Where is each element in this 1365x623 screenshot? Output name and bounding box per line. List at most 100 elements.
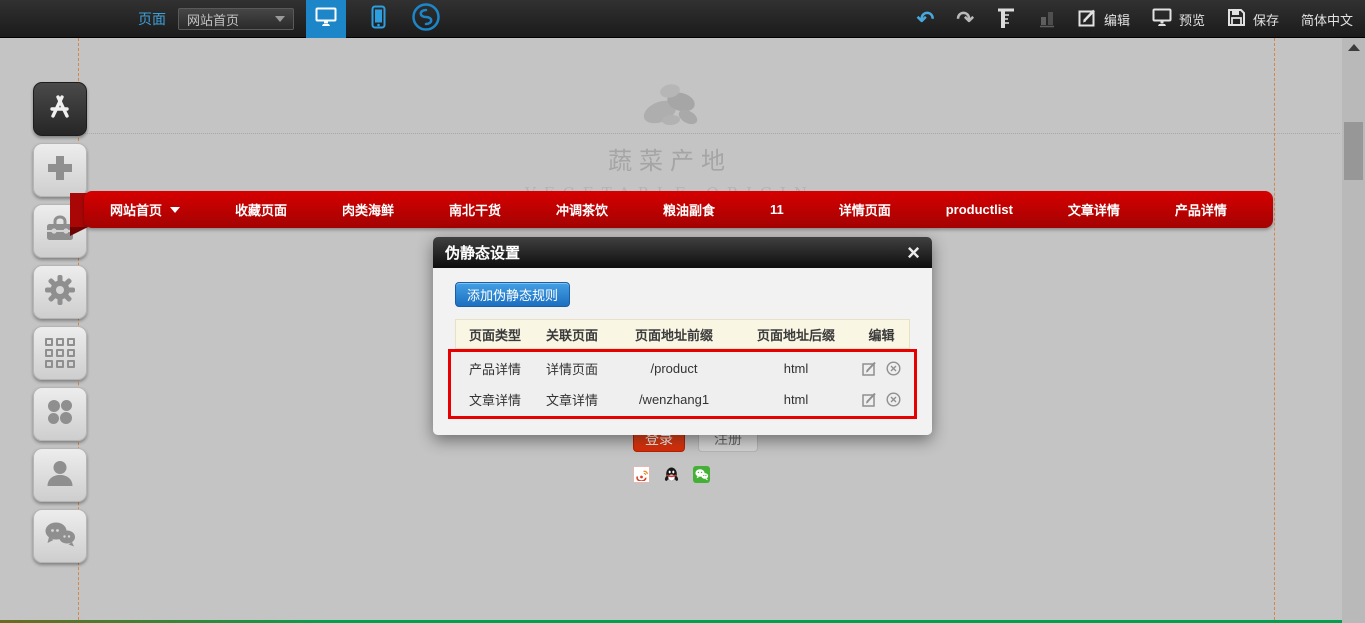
- qq-icon[interactable]: [663, 466, 680, 483]
- chevron-down-icon: [170, 207, 180, 213]
- sidebar-item-settings[interactable]: [33, 265, 87, 319]
- top-toolbar: 页面 网站首页 ↶ ↷: [0, 0, 1365, 38]
- columns-icon: [1038, 8, 1056, 31]
- desktop-view-button[interactable]: [306, 0, 346, 38]
- nav-item-label: 11: [770, 202, 784, 217]
- weibo-icon[interactable]: [633, 466, 650, 483]
- cell-url-suffix: html: [738, 392, 854, 407]
- cell-linked-page: 详情页面: [534, 359, 610, 378]
- page-selector[interactable]: 网站首页: [178, 8, 294, 30]
- nav-item-dry-goods[interactable]: 南北干货: [449, 200, 501, 219]
- toolbar-right-group: ↶ ↷ 编辑 预览: [917, 0, 1353, 38]
- editor-sidebar: [33, 82, 87, 563]
- nav-item-product-detail[interactable]: 产品详情: [1175, 200, 1227, 219]
- nav-item-favorites[interactable]: 收藏页面: [235, 200, 287, 219]
- scrollbar-thumb[interactable]: [1344, 122, 1363, 180]
- sidebar-item-components[interactable]: [33, 387, 87, 441]
- scrollbar-up-arrow[interactable]: [1348, 44, 1360, 51]
- save-floppy-icon: [1227, 8, 1246, 30]
- undo-button[interactable]: ↶: [917, 9, 935, 30]
- gear-icon: [44, 274, 76, 311]
- nav-item-grain-oil[interactable]: 粮油副食: [663, 200, 715, 219]
- cell-url-prefix: /wenzhang1: [610, 392, 738, 407]
- edit-rule-icon[interactable]: [862, 361, 877, 376]
- rules-table-header: 页面类型 关联页面 页面地址前缀 页面地址后缀 编辑: [455, 319, 910, 349]
- cell-url-suffix: html: [738, 361, 854, 376]
- ruler-button[interactable]: [996, 7, 1016, 32]
- preview-button-label: 预览: [1179, 10, 1205, 29]
- wechat-icon[interactable]: [693, 466, 710, 483]
- close-icon[interactable]: ×: [907, 242, 920, 264]
- editor-stage: 页面 网站首页 ↶ ↷: [0, 0, 1365, 623]
- nav-item-label: 粮油副食: [663, 200, 715, 219]
- mobile-view-button[interactable]: [358, 0, 398, 38]
- nav-left-fold: [70, 227, 88, 236]
- nav-item-article-detail[interactable]: 文章详情: [1068, 200, 1120, 219]
- save-button[interactable]: 保存: [1227, 8, 1279, 30]
- edit-button-label: 编辑: [1104, 10, 1130, 29]
- delete-rule-icon[interactable]: [886, 392, 901, 407]
- modules-grid-icon: [45, 338, 75, 368]
- social-login-row: [633, 466, 710, 483]
- chat-bubbles-icon: [43, 520, 77, 553]
- nav-item-label: 文章详情: [1068, 200, 1120, 219]
- delete-rule-icon[interactable]: [886, 361, 901, 376]
- dialog-title: 伪静态设置: [445, 242, 907, 263]
- col-header-url-prefix: 页面地址前缀: [610, 325, 738, 344]
- sidebar-item-add-module[interactable]: [33, 143, 87, 197]
- nav-item-11[interactable]: 11: [770, 202, 784, 217]
- nav-item-label: 冲调茶饮: [556, 200, 608, 219]
- cell-url-prefix: /product: [610, 361, 738, 376]
- rules-table: 页面类型 关联页面 页面地址前缀 页面地址后缀 编辑 产品详情 详情页面 /pr…: [455, 319, 910, 419]
- ruler-icon: [996, 7, 1016, 32]
- col-header-edit: 编辑: [854, 325, 909, 344]
- preview-monitor-icon: [1152, 8, 1172, 30]
- pseudo-static-dialog: 伪静态设置 × 添加伪静态规则 页面类型 关联页面 页面地址前缀 页面地址后缀 …: [433, 237, 932, 435]
- components-clover-icon: [45, 397, 75, 432]
- sidebar-item-design-tools[interactable]: [33, 82, 87, 136]
- edit-button[interactable]: 编辑: [1078, 8, 1130, 30]
- table-row: 产品详情 详情页面 /product html: [456, 353, 909, 384]
- nav-item-productlist[interactable]: productlist: [946, 202, 1013, 217]
- person-icon: [45, 458, 75, 493]
- col-header-url-suffix: 页面地址后缀: [738, 325, 854, 344]
- nav-item-label: productlist: [946, 202, 1013, 217]
- nav-item-home[interactable]: 网站首页: [110, 200, 180, 219]
- columns-button[interactable]: [1038, 8, 1056, 31]
- edit-rule-icon[interactable]: [862, 392, 877, 407]
- nav-item-label: 收藏页面: [235, 200, 287, 219]
- col-header-linked-page: 关联页面: [534, 325, 610, 344]
- chevron-down-icon: [275, 16, 285, 22]
- nav-item-label: 南北干货: [449, 200, 501, 219]
- sidebar-item-member[interactable]: [33, 448, 87, 502]
- cell-page-type: 产品详情: [456, 359, 534, 378]
- app-design-icon: [45, 92, 75, 127]
- edit-pencil-icon: [1078, 8, 1097, 30]
- vertical-scrollbar[interactable]: [1342, 38, 1365, 623]
- nav-item-tea-drinks[interactable]: 冲调茶饮: [556, 200, 608, 219]
- nav-item-label: 详情页面: [839, 200, 891, 219]
- right-guide-line: [1274, 38, 1275, 620]
- page-label: 页面: [138, 9, 166, 29]
- add-rule-button[interactable]: 添加伪静态规则: [455, 282, 570, 307]
- table-row: 文章详情 文章详情 /wenzhang1 html: [456, 384, 909, 415]
- site-logo-block: 蔬菜产地 VEGETABLE ORIGIN: [0, 80, 1340, 202]
- sidebar-item-modules[interactable]: [33, 326, 87, 380]
- rules-highlight-box: 产品详情 详情页面 /product html: [448, 349, 917, 419]
- mobile-phone-icon: [371, 5, 386, 34]
- logo-vegetables-icon: [0, 80, 1340, 137]
- site-title: 蔬菜产地: [0, 141, 1340, 176]
- cell-page-type: 文章详情: [456, 390, 534, 409]
- nav-item-meat-seafood[interactable]: 肉类海鲜: [342, 200, 394, 219]
- language-switch[interactable]: 简体中文: [1301, 10, 1353, 29]
- plus-icon: [45, 153, 75, 188]
- interaction-mode-button[interactable]: [410, 3, 442, 35]
- language-label: 简体中文: [1301, 10, 1353, 29]
- dialog-header[interactable]: 伪静态设置 ×: [433, 237, 932, 268]
- nav-item-detail-page[interactable]: 详情页面: [839, 200, 891, 219]
- sidebar-item-chat[interactable]: [33, 509, 87, 563]
- page-selector-value: 网站首页: [187, 10, 275, 29]
- col-header-page-type: 页面类型: [456, 325, 534, 344]
- preview-button[interactable]: 预览: [1152, 8, 1205, 30]
- redo-button[interactable]: ↷: [956, 9, 974, 30]
